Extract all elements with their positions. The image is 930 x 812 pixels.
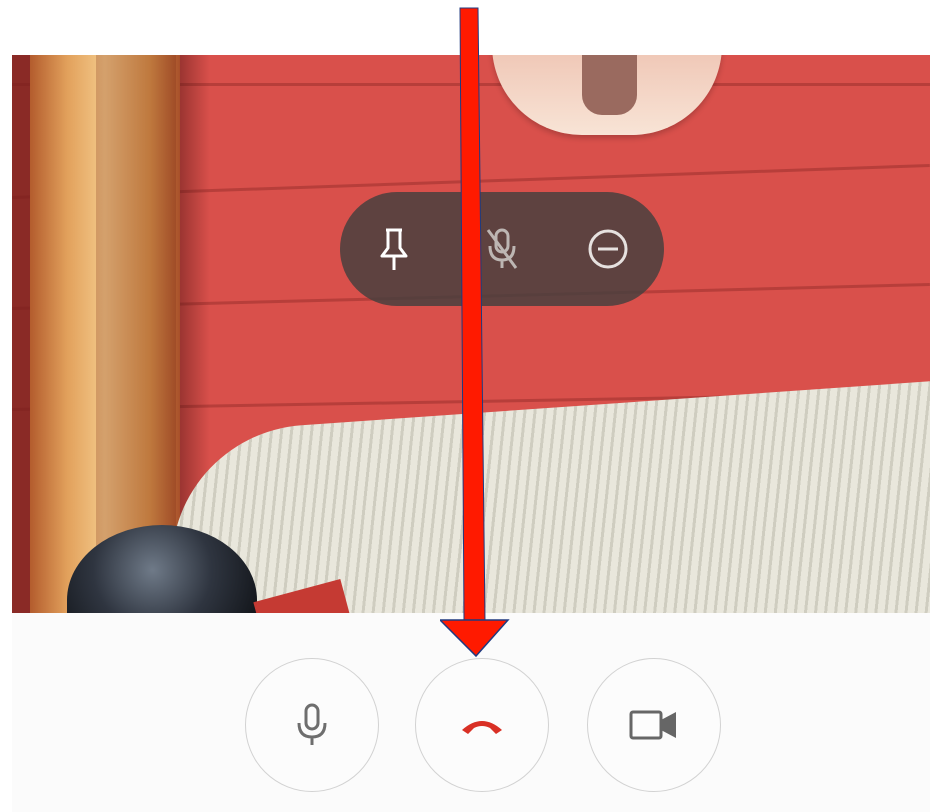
lamp-fixture <box>582 55 637 115</box>
pin-button[interactable] <box>364 219 424 279</box>
mic-off-icon <box>486 228 518 269</box>
pin-icon <box>380 228 408 270</box>
screenshot-frame <box>0 0 930 812</box>
video-camera-icon <box>629 710 676 740</box>
microphone-icon <box>297 703 327 745</box>
participant-video[interactable] <box>12 55 930 613</box>
end-call-button[interactable] <box>415 658 549 792</box>
call-controls-bar <box>12 613 930 812</box>
striped-pillow <box>162 379 930 613</box>
video-overlay-controls <box>340 192 664 306</box>
microphone-button[interactable] <box>245 658 379 792</box>
minus-circle-icon <box>588 229 628 269</box>
hang-up-icon <box>462 721 502 734</box>
mute-participant-button[interactable] <box>472 219 532 279</box>
camera-button[interactable] <box>587 658 721 792</box>
remove-participant-button[interactable] <box>578 219 638 279</box>
